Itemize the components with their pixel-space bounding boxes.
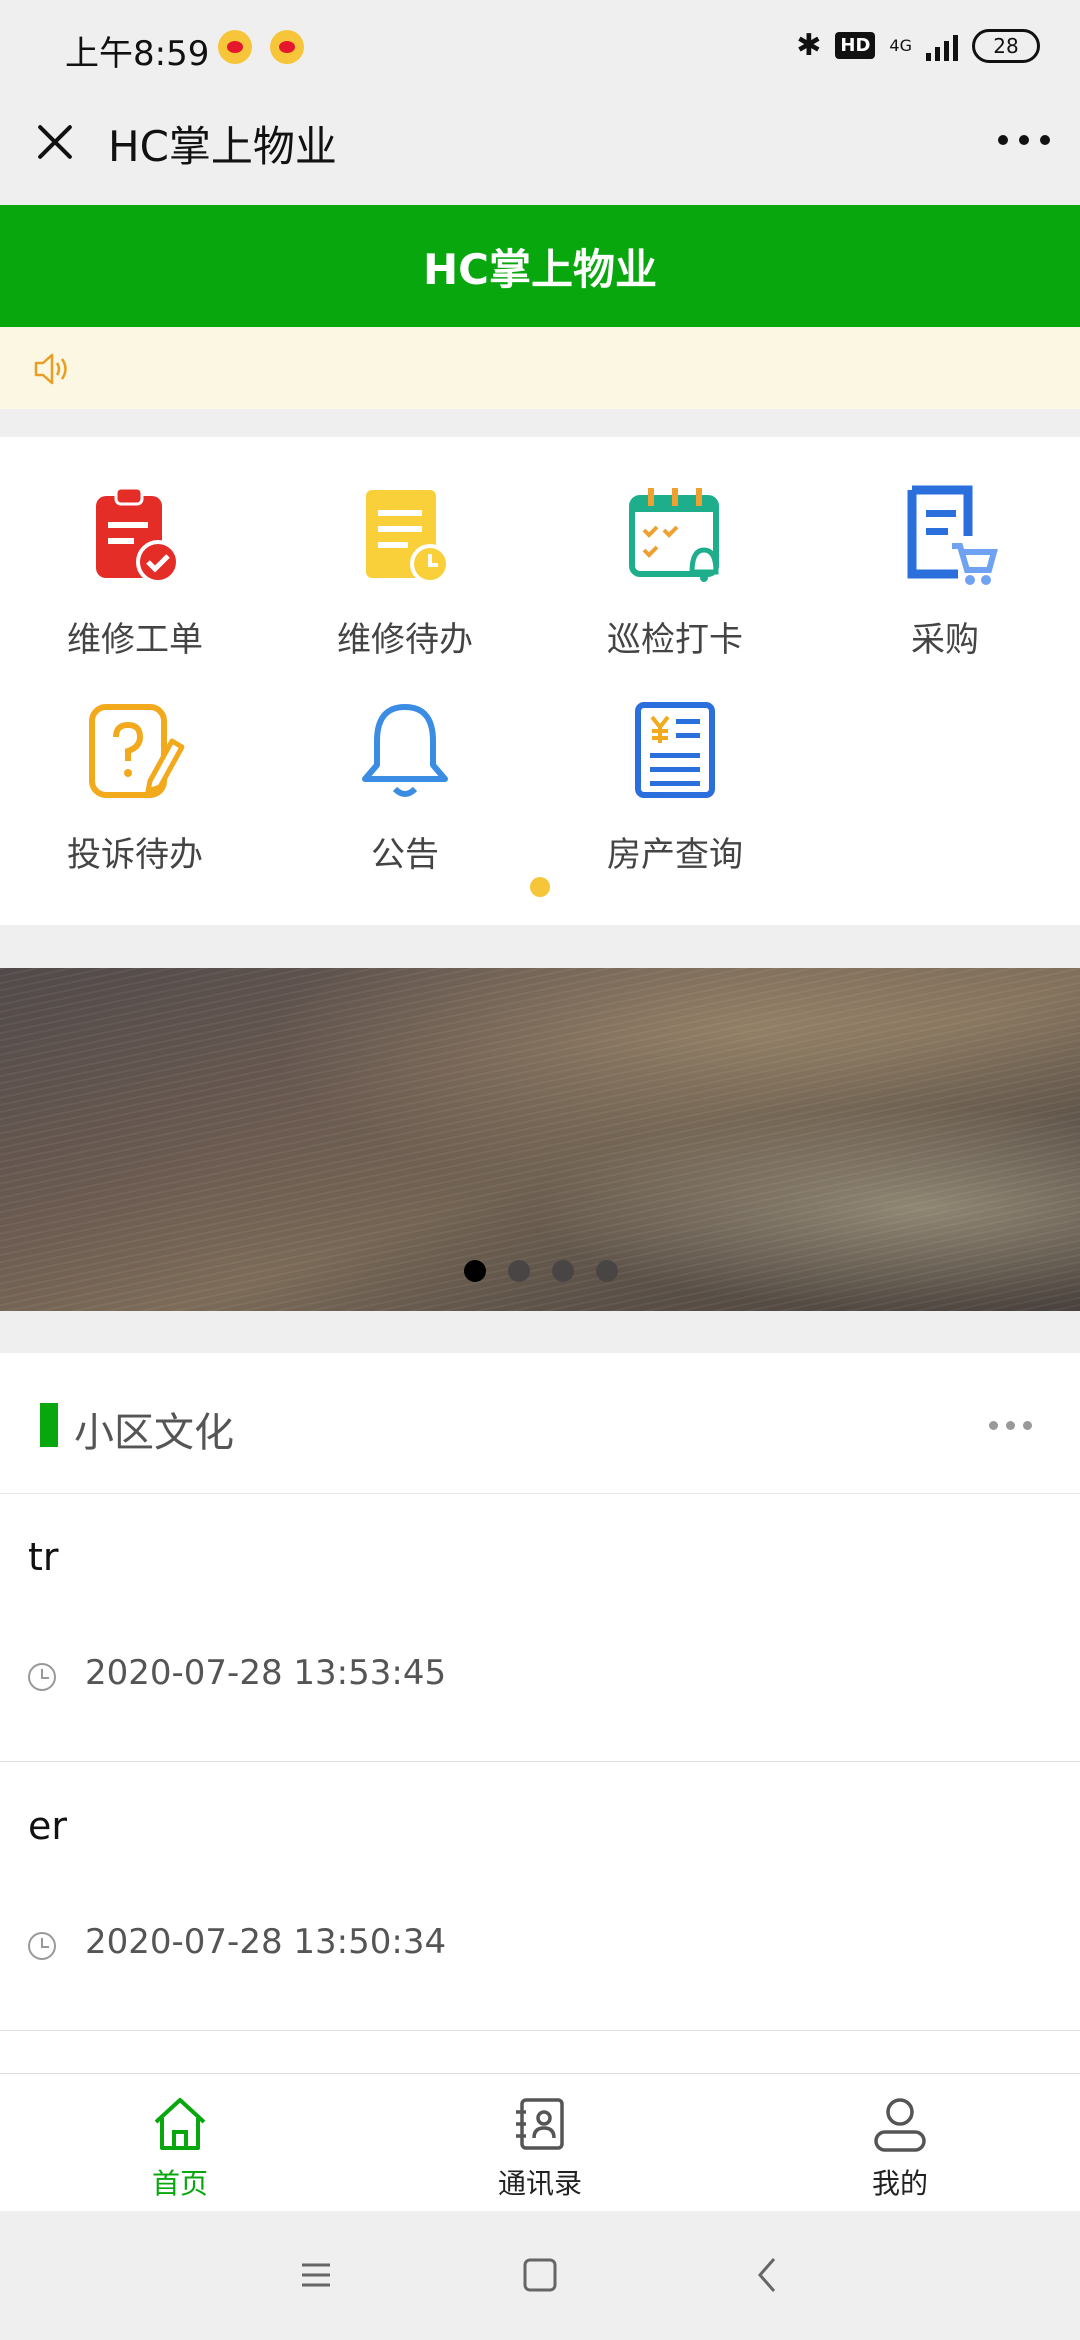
tab-label: 首页 — [151, 2167, 208, 2200]
tab-label: 我的 — [871, 2167, 928, 2200]
app-header: HC掌上物业 — [0, 205, 1080, 327]
tab-home[interactable]: 首页 — [90, 2094, 270, 2202]
profile-icon — [874, 2098, 926, 2152]
mini-program-navbar: HC掌上物业 — [0, 95, 1080, 205]
banner-indicator-dot[interactable] — [464, 1260, 486, 1282]
repair-order-icon — [96, 486, 180, 584]
news-title: tr — [28, 1535, 59, 1579]
banner-indicator-dot[interactable] — [596, 1260, 618, 1282]
system-navigation-bar — [0, 2211, 1080, 2340]
news-time: 2020-07-28 13:53:45 — [85, 1653, 447, 1693]
bluetooth-icon: ✱ — [796, 28, 822, 63]
tab-contacts[interactable]: 通讯录 — [450, 2094, 630, 2202]
menu-label: 投诉待办 — [67, 835, 203, 875]
speaker-icon — [34, 353, 67, 385]
menu-label: 房产查询 — [607, 835, 743, 875]
header-title: HC掌上物业 — [423, 244, 657, 294]
menu-item-announcement[interactable]: 公告 — [270, 697, 540, 876]
menu-item-complaint-todo[interactable]: 投诉待办 — [0, 697, 270, 876]
tab-profile[interactable]: 我的 — [810, 2094, 990, 2202]
news-title: er — [28, 1804, 68, 1848]
section-title: 小区文化 — [74, 1410, 234, 1456]
clock-icon — [28, 1932, 56, 1960]
bottom-tab-bar: 首页 通讯录 我的 — [0, 2073, 1080, 2212]
status-time: 上午8:59 — [65, 34, 210, 74]
clock-icon — [28, 1663, 56, 1691]
repair-todo-icon — [366, 490, 450, 584]
section-accent-bar — [40, 1403, 58, 1447]
menu-item-patrol-checkin[interactable]: 巡检打卡 — [540, 482, 810, 661]
banner-indicator-dot[interactable] — [552, 1260, 574, 1282]
close-icon[interactable] — [28, 115, 82, 169]
battery-level: 28 — [972, 28, 1040, 63]
signal-icon — [926, 31, 958, 61]
notice-bar[interactable] — [0, 327, 1080, 409]
menu-label: 维修工单 — [67, 620, 203, 660]
complaint-todo-icon — [89, 704, 185, 798]
menu-item-repair-todo[interactable]: 维修待办 — [270, 482, 540, 661]
community-culture-section: 小区文化 tr 2020-07-28 13:53:45 er 2020-07-2… — [0, 1353, 1080, 2073]
menu-item-property-query[interactable]: 房产查询 — [540, 697, 810, 876]
list-item[interactable]: tr 2020-07-28 13:53:45 — [0, 1493, 1080, 1762]
menu-label: 巡检打卡 — [607, 620, 743, 660]
status-indicators: ✱ HD 4G 28 — [796, 28, 1040, 63]
contacts-icon — [516, 2098, 564, 2150]
menu-label: 公告 — [371, 835, 439, 875]
menu-icon[interactable] — [296, 2255, 336, 2295]
hd-badge: HD — [835, 32, 876, 59]
menu-item-repair-order[interactable]: 维修工单 — [0, 482, 270, 661]
menu-label: 采购 — [911, 620, 979, 660]
banner-indicators — [464, 1260, 618, 1282]
weibo-notification-icon — [270, 30, 304, 64]
property-query-icon — [635, 702, 715, 798]
banner-indicator-dot[interactable] — [508, 1260, 530, 1282]
network-type: 4G — [889, 35, 912, 55]
back-icon[interactable] — [748, 2255, 788, 2295]
list-item[interactable]: er 2020-07-28 13:50:34 — [0, 1762, 1080, 2031]
menu-item-purchase[interactable]: 采购 — [810, 482, 1080, 661]
weibo-notification-icon — [218, 30, 252, 64]
more-icon[interactable] — [989, 1421, 1032, 1430]
tab-label: 通讯录 — [497, 2167, 582, 2200]
announcement-bell-icon — [362, 704, 448, 797]
more-options-icon[interactable] — [998, 135, 1050, 145]
status-bar: 上午8:59 ✱ HD 4G 28 — [0, 0, 1080, 95]
menu-label: 维修待办 — [337, 620, 473, 660]
home-icon — [154, 2098, 206, 2150]
banner-carousel[interactable] — [0, 968, 1080, 1311]
news-time: 2020-07-28 13:50:34 — [85, 1922, 447, 1962]
home-button-icon[interactable] — [520, 2255, 560, 2295]
patrol-checkin-icon — [629, 488, 719, 582]
section-header: 小区文化 — [0, 1353, 1080, 1494]
function-menu: 维修工单 维修待办 巡检打卡 采购 投诉待办 公告 房产查询 — [0, 437, 1080, 925]
menu-page-indicator — [530, 877, 550, 897]
navbar-title: HC掌上物业 — [108, 122, 337, 171]
purchase-icon — [907, 485, 998, 585]
